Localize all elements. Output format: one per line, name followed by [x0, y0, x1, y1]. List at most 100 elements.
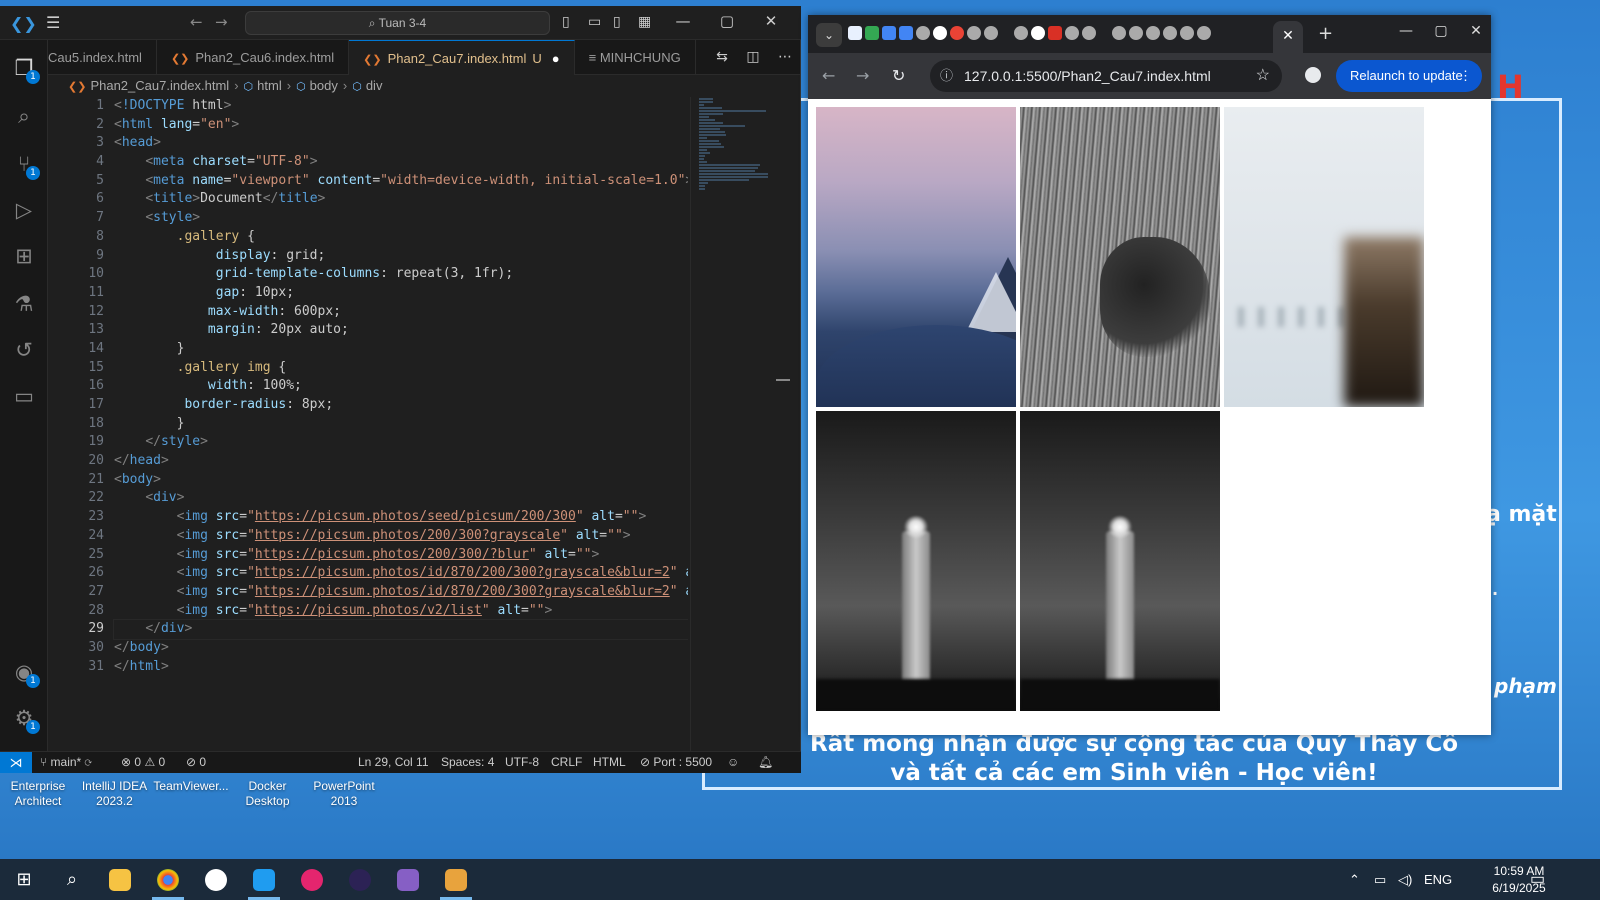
visual-studio-icon[interactable]: [384, 859, 432, 900]
settings-gear-icon[interactable]: ⚙ 1: [10, 704, 40, 734]
forward-arrow-icon[interactable]: →: [215, 13, 228, 31]
favicon-globe-icon[interactable]: [916, 26, 930, 40]
tab-minhchung[interactable]: ≡ MINHCHUNG: [575, 40, 696, 75]
address-bar[interactable]: ⓘ 127.0.0.1:5500/Phan2_Cau7.index.html ☆: [930, 60, 1282, 92]
code-line[interactable]: <head>: [114, 134, 688, 153]
desktop-icon-enterprise-architect[interactable]: Enterprise Architect: [0, 779, 76, 809]
minimap[interactable]: [690, 97, 776, 751]
maximize-icon[interactable]: ▢: [1426, 23, 1456, 39]
code-line[interactable]: <style>: [114, 209, 688, 228]
toggle-sidebar-icon[interactable]: ▯: [562, 14, 570, 30]
close-icon[interactable]: ✕: [756, 12, 786, 30]
hamburger-menu-icon[interactable]: ☰: [46, 13, 60, 32]
vscode-icon[interactable]: [240, 859, 288, 900]
command-center-search[interactable]: ⌕ Tuan 3-4: [245, 11, 550, 35]
favicon-globe-icon[interactable]: [1112, 26, 1126, 40]
desktop-icon-teamviewer[interactable]: TeamViewer...: [153, 779, 229, 809]
code-line[interactable]: border-radius: 8px;: [114, 396, 688, 415]
code-line[interactable]: </style>: [114, 433, 688, 452]
minimize-icon[interactable]: —: [668, 12, 698, 30]
code-line[interactable]: <meta name="viewport" content="width=dev…: [114, 172, 688, 191]
code-line[interactable]: display: grid;: [114, 247, 688, 266]
word-like-icon[interactable]: [192, 859, 240, 900]
desktop-icon-powerpoint[interactable]: PowerPoint 2013: [306, 779, 382, 809]
problems-status[interactable]: ⊗ 0 ⚠ 0: [121, 752, 165, 773]
desktop-icon-intellij[interactable]: IntelliJ IDEA 2023.2: [76, 779, 153, 809]
breadcrumb-file[interactable]: Phan2_Cau7.index.html: [90, 78, 229, 93]
code-line[interactable]: </div>: [113, 619, 688, 640]
code-line[interactable]: <div>: [114, 489, 688, 508]
editor-scrollbar[interactable]: [776, 97, 790, 751]
network-icon[interactable]: ▭: [1374, 859, 1386, 900]
code-line[interactable]: </body>: [114, 639, 688, 658]
show-hidden-icons-chevron-icon[interactable]: ⌃: [1349, 859, 1360, 900]
eclipse-icon[interactable]: [336, 859, 384, 900]
code-line[interactable]: width: 100%;: [114, 377, 688, 396]
back-arrow-icon[interactable]: ←: [822, 66, 835, 85]
favicon-globe-icon[interactable]: [1129, 26, 1143, 40]
maximize-icon[interactable]: ▢: [712, 12, 742, 30]
tab-phan2-cau6[interactable]: ❮❯ Phan2_Cau6.index.html: [157, 40, 350, 75]
tab-cau5[interactable]: Cau5.index.html: [48, 40, 157, 75]
favicon-globe-icon[interactable]: [1180, 26, 1194, 40]
code-line[interactable]: .gallery {: [114, 228, 688, 247]
code-line[interactable]: gap: 10px;: [114, 284, 688, 303]
notification-center-icon[interactable]: ▭: [1530, 859, 1545, 900]
breadcrumb-div[interactable]: div: [366, 78, 383, 93]
branch-status[interactable]: ⑂ main* ⟳: [40, 752, 92, 773]
unsaved-dot-icon[interactable]: ●: [552, 51, 560, 66]
code-line[interactable]: max-width: 600px;: [114, 303, 688, 322]
favicon-drive-icon[interactable]: [865, 26, 879, 40]
code-line[interactable]: <meta charset="UTF-8">: [114, 153, 688, 172]
language-indicator[interactable]: ENG: [1424, 859, 1452, 900]
forward-arrow-icon[interactable]: →: [856, 66, 869, 85]
code-line[interactable]: </head>: [114, 452, 688, 471]
code-editor[interactable]: 1 2 3 4 5 6 7 8 9 10 11 12 13 14 15 16 17 18 19 20 21 22 23 24 2…: [48, 97, 688, 751]
code-line[interactable]: <img src="https://picsum.photos/seed/pic…: [114, 508, 688, 527]
close-icon[interactable]: ✕: [1461, 23, 1491, 39]
eol-status[interactable]: CRLF: [551, 752, 582, 773]
favicon-globe-icon[interactable]: [1163, 26, 1177, 40]
code-line[interactable]: }: [114, 340, 688, 359]
customize-layout-icon[interactable]: ▦: [638, 14, 651, 30]
notifications-bell-icon[interactable]: 🔔︎: [758, 752, 773, 773]
code-line[interactable]: <!DOCTYPE html>: [114, 97, 688, 116]
favicon-globe-icon[interactable]: [1197, 26, 1211, 40]
code-line[interactable]: <img src="https://picsum.photos/v2/list"…: [114, 602, 688, 621]
favicon-google-icon[interactable]: [950, 26, 964, 40]
code-line[interactable]: <img src="https://picsum.photos/id/870/2…: [114, 583, 688, 602]
chrome-icon[interactable]: [144, 859, 192, 900]
sourcetree-icon[interactable]: [432, 859, 480, 900]
search-icon[interactable]: ⌕: [48, 859, 96, 900]
accounts-icon[interactable]: ◉ 1: [10, 658, 40, 688]
code-line[interactable]: <img src="https://picsum.photos/200/300/…: [114, 546, 688, 565]
favicon-globe-icon[interactable]: [984, 26, 998, 40]
remote-indicator-icon[interactable]: ⋊: [0, 752, 32, 773]
code-line[interactable]: }: [114, 415, 688, 434]
copilot-icon[interactable]: ☺: [727, 752, 739, 773]
favicon-globe-icon[interactable]: [1146, 26, 1160, 40]
bookmark-star-icon[interactable]: ☆: [1256, 60, 1270, 92]
favicon-d-icon[interactable]: [1048, 26, 1062, 40]
breadcrumb-body[interactable]: body: [310, 78, 338, 93]
favicon-globe-icon[interactable]: [967, 26, 981, 40]
desktop-icon-docker[interactable]: Docker Desktop: [229, 779, 306, 809]
remote-explorer-icon[interactable]: ↺: [10, 336, 38, 364]
minimize-icon[interactable]: —: [1391, 23, 1421, 39]
back-arrow-icon[interactable]: ←: [190, 13, 203, 31]
more-actions-icon[interactable]: ⋯: [778, 49, 792, 65]
site-info-icon[interactable]: ⓘ: [940, 60, 953, 92]
new-tab-plus-icon[interactable]: +: [1318, 23, 1333, 44]
favicon-globe-icon[interactable]: [1014, 26, 1028, 40]
code-line[interactable]: .gallery img {: [114, 359, 688, 378]
tab-phan2-cau7[interactable]: ❮❯ Phan2_Cau7.index.html U ●: [349, 40, 575, 75]
language-mode[interactable]: HTML: [593, 752, 626, 773]
encoding-status[interactable]: UTF-8: [505, 752, 539, 773]
windows-start-icon[interactable]: ⊞: [0, 859, 48, 900]
run-debug-icon[interactable]: ▷: [10, 196, 38, 224]
file-explorer-icon[interactable]: [96, 859, 144, 900]
favicon-globe-icon[interactable]: [1082, 26, 1096, 40]
relaunch-to-update-button[interactable]: Relaunch to update ⋮: [1336, 60, 1482, 92]
breadcrumb-html[interactable]: html: [257, 78, 282, 93]
split-editor-icon[interactable]: ◫: [746, 49, 759, 65]
